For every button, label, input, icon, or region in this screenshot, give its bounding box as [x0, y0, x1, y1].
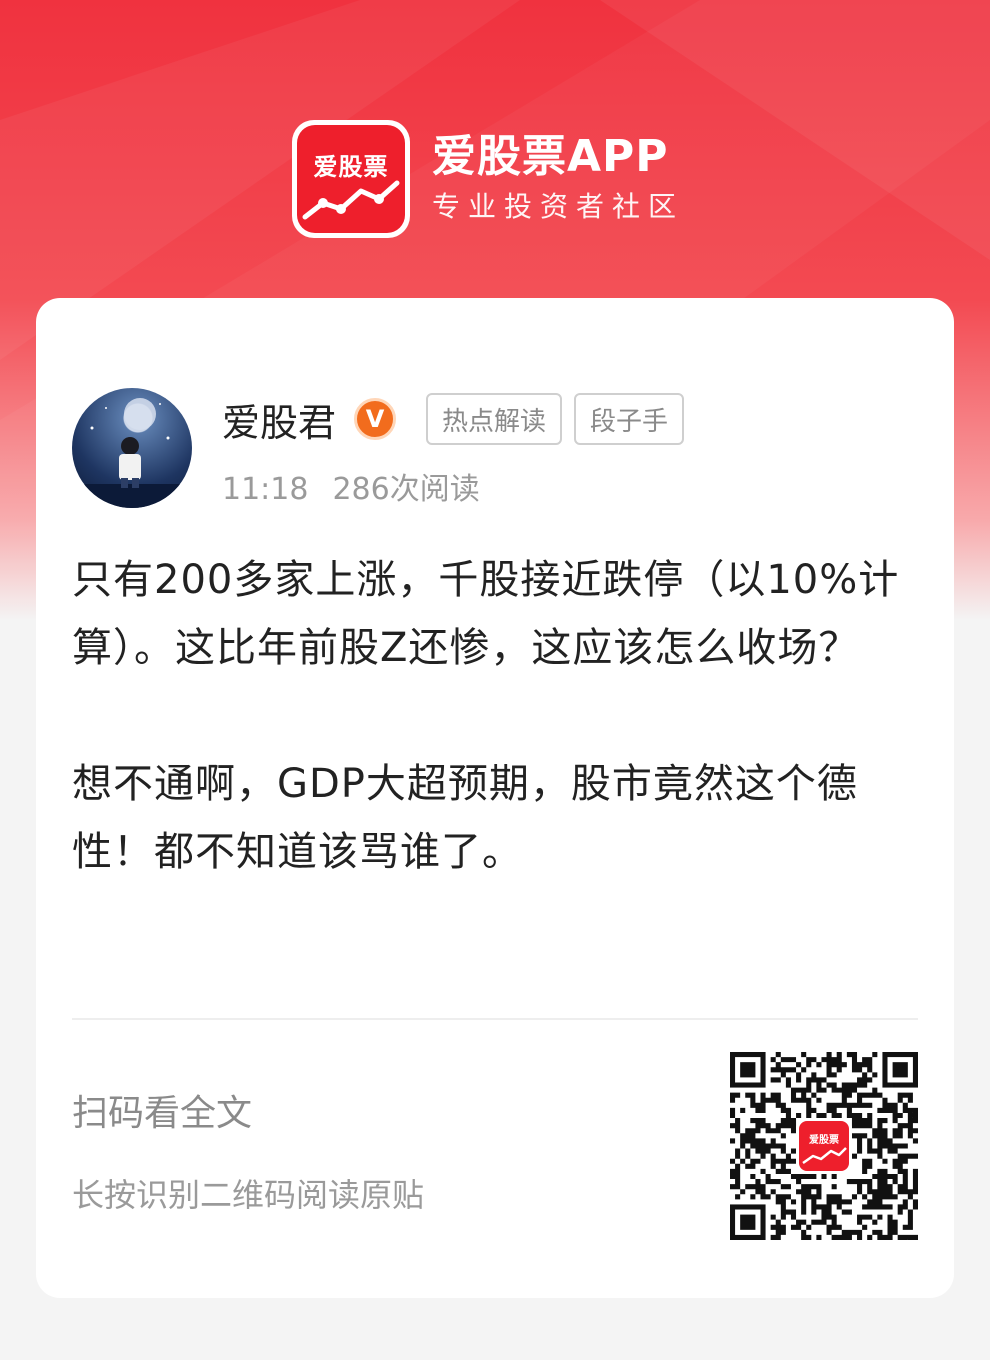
- scan-subtitle: 长按识别二维码阅读原贴: [72, 1176, 425, 1214]
- post-paragraph: 只有200多家上涨，千股接近跌停（以10%计算）。这比年前股Z还惨，这应该怎么收…: [72, 557, 900, 671]
- tag-hot-topics[interactable]: 热点解读: [426, 393, 563, 445]
- post-meta: 11:18 286次阅读: [222, 464, 480, 508]
- avatar-image-icon: [72, 398, 192, 508]
- chart-line-icon: [302, 180, 400, 220]
- read-count: 286次阅读: [332, 472, 480, 507]
- brand-header: 爱股票 爱股票APP 专业投资者社区: [292, 120, 684, 238]
- post-card: 爱股君 V 热点解读 段子手 11:18 286次阅读 只有200多家上涨，千股接…: [36, 298, 954, 1298]
- app-logo-icon: 爱股票: [292, 120, 410, 238]
- post-paragraph: 想不通啊，GDP大超预期，股市竟然这个德性！都不知道该骂谁了。: [72, 761, 858, 875]
- tag-jokester[interactable]: 段子手: [574, 393, 685, 445]
- app-name: 爱股票APP: [432, 131, 669, 182]
- scan-title: 扫码看全文: [72, 1093, 253, 1134]
- author-name[interactable]: 爱股君: [222, 392, 336, 447]
- verified-badge-icon: V: [354, 398, 397, 440]
- post-content: 只有200多家上涨，千股接近跌停（以10%计算）。这比年前股Z还惨，这应该怎么收…: [72, 546, 922, 886]
- qr-code[interactable]: 爱股票: [730, 1052, 918, 1240]
- divider: [72, 1018, 918, 1020]
- avatar[interactable]: [72, 388, 192, 508]
- qr-logo-icon: 爱股票: [796, 1118, 852, 1174]
- app-slogan: 专业投资者社区: [432, 190, 685, 223]
- post-time: 11:18: [222, 472, 309, 507]
